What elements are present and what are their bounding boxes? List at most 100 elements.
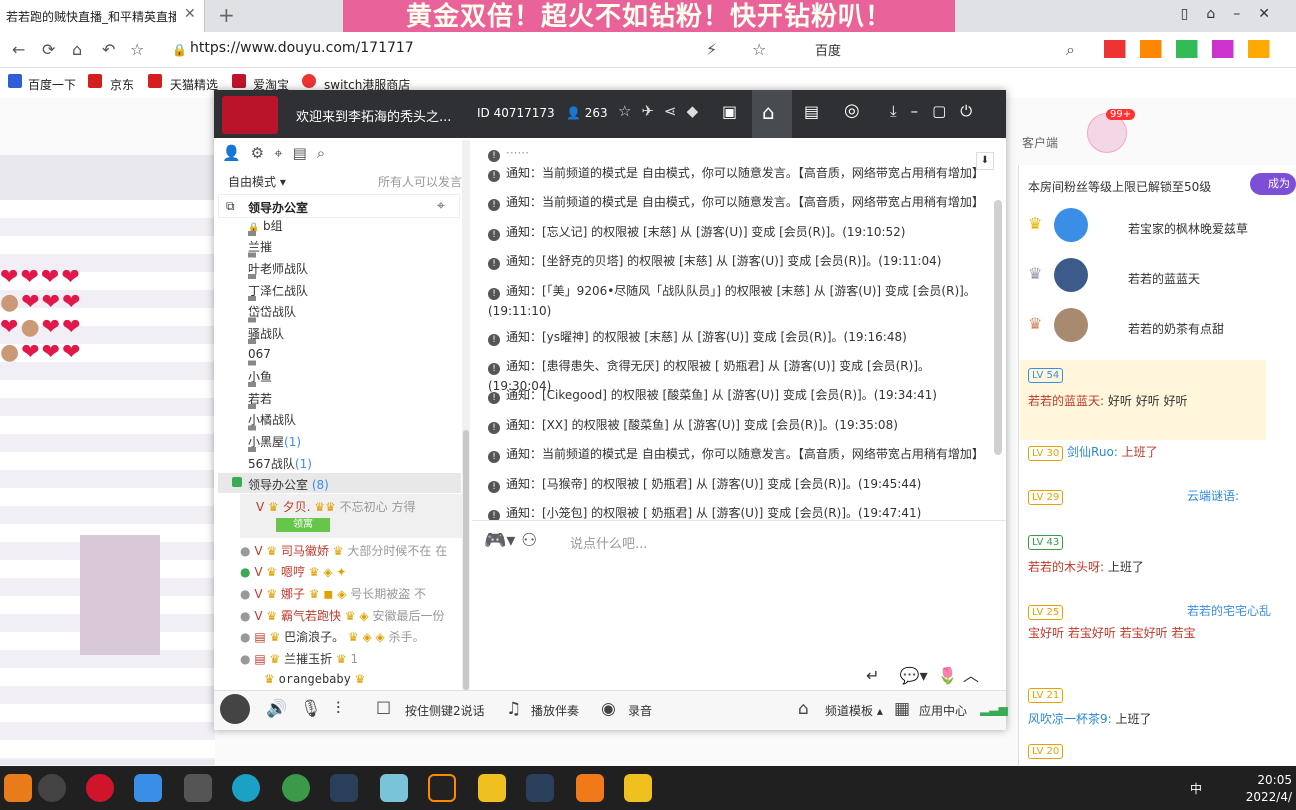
notice: ! 通知：[ys曜神] 的权限被 [末慈] 从 [游客(U)] 变成 [会员(R)… <box>488 327 993 347</box>
mixer-icon[interactable]: ⫶ <box>336 699 340 719</box>
obs-icon[interactable] <box>38 774 66 802</box>
new-tab-icon[interactable]: + <box>218 3 235 27</box>
sub-channel[interactable]: 567战队(1) <box>248 455 312 472</box>
baidu-icon <box>8 74 22 88</box>
ad-banner[interactable]: 黄金双倍！超火不如钻粉！快开钻粉叭！ <box>343 0 955 34</box>
chat-message: 风吹凉一杯茶9: 上班了 <box>1028 712 1152 726</box>
record-icon[interactable]: ◉ <box>601 699 616 719</box>
chat-message: LV 43 <box>1028 531 1290 551</box>
header-actions[interactable]: ☆✈⋖◆ <box>618 102 708 120</box>
join-fan-button[interactable]: 成为 <box>1250 173 1296 195</box>
active-app-icon[interactable] <box>134 774 162 802</box>
my-avatar[interactable] <box>220 694 250 724</box>
chat-message: LV 20 <box>1028 740 1290 760</box>
sub-channel[interactable]: 叶老师战队 <box>248 260 308 277</box>
member-row[interactable]: ● ▤ ♛ 巴渝浪子。 ♛ ◈ ◈ 杀手。 <box>240 628 462 650</box>
reload-icon[interactable]: ⟳ <box>42 40 55 59</box>
cast-icon[interactable] <box>184 774 212 802</box>
chat-message: 若若的木头呀: 上班了 <box>1028 560 1144 574</box>
record-button[interactable]: 录音 <box>628 702 652 719</box>
channel-name: 领导办公室 <box>248 201 309 215</box>
member-row[interactable]: ● V ♛ 司马徽娇 ♛ 大部分时候不在 在 <box>240 542 462 564</box>
send-icon[interactable]: ↵ 💬▾ 🌷 ︿ <box>866 662 979 686</box>
message-input[interactable]: 说点什么吧... <box>570 533 647 552</box>
notification-badge: 99+ <box>1106 109 1136 120</box>
member-row[interactable]: ● V ♛ 霸气若跑快 ♛ ◈ 安徽最后一份 <box>240 607 462 629</box>
rank-row[interactable]: ♛ 若宝家的枫林晚爱兹草 <box>1028 208 1288 248</box>
extension-icons[interactable] <box>1104 40 1284 58</box>
member-row[interactable]: V ♛ 夕贝. ♛♛ 不忘初心 方得 <box>240 498 462 520</box>
taskbar-app-icon[interactable] <box>4 774 32 802</box>
client-link[interactable]: 客户端 <box>1022 134 1058 151</box>
crown-icon: ♛ <box>1028 314 1043 333</box>
template-icon[interactable]: ⌂ <box>798 699 809 719</box>
app-icon[interactable] <box>380 774 408 802</box>
location-icon[interactable]: ⌖ <box>437 198 445 214</box>
undo-icon[interactable]: ↶ <box>102 40 115 59</box>
bolt-icon[interactable]: ⚡ <box>706 40 717 59</box>
notice: ! 通知：[「美」9206•尽随风「战队队员」] 的权限被 [末慈] 从 [游客(… <box>488 284 976 318</box>
window-controls[interactable]: ▯⌂–✕ <box>1181 6 1288 22</box>
bookmark-star-icon[interactable]: ☆ <box>752 40 766 59</box>
push-to-talk-label[interactable]: 按住侧键2说话 <box>405 702 485 719</box>
member-row[interactable]: ● ▤ ♛ 兰摧玉折 ♛ 1 <box>240 650 462 672</box>
sub-channel[interactable]: 丁泽仁战队 <box>248 282 308 299</box>
star-icon[interactable]: ☆ <box>130 40 144 59</box>
apps-grid-icon[interactable]: ▦ <box>894 699 910 719</box>
member-row[interactable]: ● V ♛ 嗯哼 ♛ ◈ ✦ <box>240 563 462 585</box>
window-controls[interactable]: ⤓–▢⏻ <box>890 102 986 120</box>
search-engine-selector[interactable]: 百度 <box>815 40 841 59</box>
screen-share-icon[interactable]: ▣ <box>722 102 737 121</box>
scroll-down-button[interactable]: ⬇ <box>976 152 994 170</box>
app-icon[interactable] <box>232 774 260 802</box>
back-icon[interactable]: ← <box>12 40 25 59</box>
speak-permission: 所有人可以发言 <box>378 175 463 189</box>
url-field[interactable]: https://www.douyu.com/171717 <box>190 40 414 56</box>
gamepad-icon[interactable]: ◎ <box>844 100 860 121</box>
member-tag: 领寓 <box>276 518 330 532</box>
gamepad-emote-icon[interactable]: 🎮▾ ⚇ <box>484 530 537 551</box>
chat-message: LV 21 <box>1028 684 1290 704</box>
close-icon[interactable]: ✕ <box>184 6 196 22</box>
notice: ! 通知：[XX] 的权限被 [酸菜鱼] 从 [游客(U)] 变成 [会员(R)]… <box>488 415 993 435</box>
clock[interactable]: 20:05 2022/4/ <box>1246 772 1292 806</box>
bookmark-item[interactable]: 百度一下 <box>28 76 76 93</box>
home-icon[interactable]: ⌂ <box>762 100 775 124</box>
chat-message: LV 54 <box>1028 364 1290 384</box>
home-icon[interactable]: ⌂ <box>72 40 82 59</box>
chrome-icon[interactable] <box>282 774 310 802</box>
list-icon[interactable]: ▤ <box>804 102 819 121</box>
channel-template-button[interactable]: 频道模板 ▴ <box>825 702 883 719</box>
chat-message: LV 25 若若的宅宅心乱 <box>1028 601 1290 621</box>
log-scrollbar[interactable] <box>994 200 1002 455</box>
rank-row[interactable]: ♛ 若若的奶茶有点甜 <box>1028 308 1288 348</box>
steam-icon[interactable] <box>526 774 554 802</box>
bookmark-item[interactable]: 京东 <box>110 76 134 93</box>
chat-message: 宝好听 若宝好听 若宝好听 若宝 <box>1028 626 1196 640</box>
app-icon[interactable] <box>576 774 604 802</box>
mic-icon[interactable]: 🎙 <box>300 699 322 719</box>
bookmark-item[interactable]: 天猫精选 <box>170 76 218 93</box>
scrollbar-thumb[interactable] <box>463 430 469 690</box>
app-icon[interactable] <box>428 774 456 802</box>
app-icon[interactable] <box>624 774 652 802</box>
channel-toolbar[interactable]: 👤⚙⌖▤⌕ <box>222 144 335 162</box>
netease-music-icon[interactable] <box>86 774 114 802</box>
search-icon[interactable]: ⌕ <box>1066 40 1075 60</box>
emote-wall: ❤❤❤❤ ●❤❤❤ ❤●❤❤ ●❤❤❤ <box>0 265 81 365</box>
app-center-button[interactable]: 应用中心 <box>919 702 967 719</box>
music-icon[interactable]: ♫ <box>506 699 521 719</box>
accompany-button[interactable]: 播放伴奏 <box>531 702 579 719</box>
app-icon[interactable] <box>478 774 506 802</box>
ime-indicator[interactable]: 中 <box>1190 780 1202 797</box>
member-row[interactable]: ● V ♛ 娜子 ♛ ◼ ◈ 号长期被盗 不 <box>240 585 462 607</box>
checkbox-icon[interactable]: ☐ <box>376 699 391 719</box>
speaker-icon[interactable]: 🔊 <box>266 699 287 719</box>
mode-selector[interactable]: 自由模式 ▾ <box>228 173 286 190</box>
chat-message: LV 30 剑仙Ruo: 上班了 <box>1028 442 1290 462</box>
rank-row[interactable]: ♛ 若若的蓝蓝天 <box>1028 258 1288 298</box>
notice: ! 通知：[Cikegood] 的权限被 [酸菜鱼] 从 [游客(U)] 变成 [… <box>488 385 993 405</box>
channel-active-icon <box>232 477 242 487</box>
rank-name: 若若的奶茶有点甜 <box>1128 322 1225 336</box>
steam-icon[interactable] <box>330 774 358 802</box>
